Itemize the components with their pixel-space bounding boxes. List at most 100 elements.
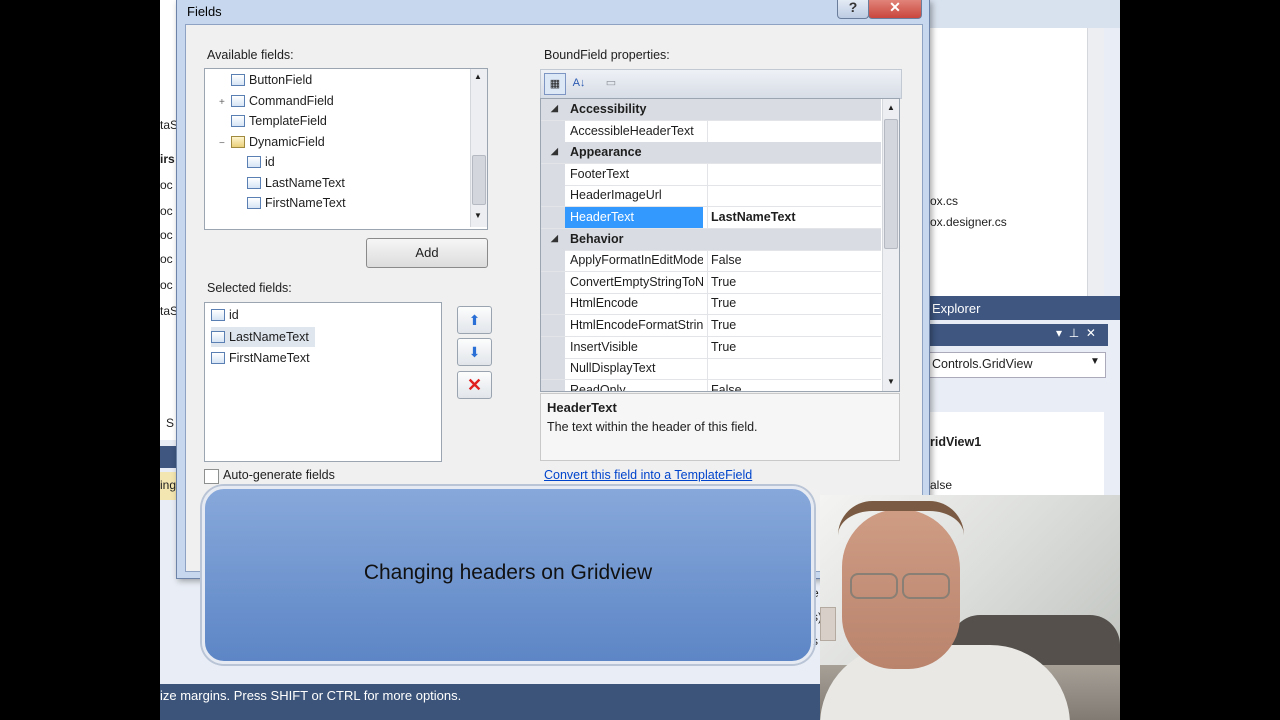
property-value[interactable]: True	[711, 275, 881, 289]
property-category-name: Appearance	[570, 145, 642, 160]
property-row[interactable]: HtmlEncodeFormatString True	[541, 315, 881, 337]
property-row[interactable]: FooterText	[541, 163, 881, 186]
field-icon	[211, 309, 225, 321]
ide-fragment: oc	[160, 178, 173, 192]
ide-right-header	[928, 0, 1120, 28]
chevron-down-icon[interactable]: ▼	[1090, 356, 1100, 367]
property-grid-scrollbar[interactable]: ▲ ▼	[882, 99, 899, 391]
available-field-item[interactable]: ButtonField	[219, 70, 312, 90]
solution-explorer-scrollbar[interactable]	[1087, 28, 1104, 296]
scroll-thumb[interactable]	[472, 155, 486, 205]
explorer-tab-title[interactable]: Explorer	[932, 301, 980, 316]
available-fields-label: Available fields:	[207, 48, 294, 62]
properties-label: BoundField properties:	[544, 48, 670, 62]
property-column-divider	[707, 293, 708, 315]
property-gutter	[541, 379, 565, 391]
property-name: HtmlEncode	[570, 296, 639, 311]
webcam-inset	[820, 495, 1120, 720]
property-pages-icon[interactable]: ▭	[601, 73, 621, 93]
control-selector-value: Controls.GridView	[932, 357, 1033, 371]
available-field-item[interactable]: + CommandField	[219, 91, 334, 111]
field-icon	[247, 197, 261, 209]
property-row[interactable]: HeaderImageUrl	[541, 185, 881, 208]
scroll-up-icon[interactable]: ▲	[474, 72, 482, 81]
sort-alphabetical-icon[interactable]: A↓	[569, 73, 589, 93]
selected-field-item[interactable]: FirstNameText	[211, 348, 310, 368]
property-row[interactable]: ConvertEmptyStringToNull True	[541, 271, 881, 294]
property-row[interactable]: AccessibleHeaderText	[541, 120, 881, 143]
property-value[interactable]: False	[711, 383, 881, 391]
collapse-triangle-icon[interactable]: ◢	[551, 103, 558, 114]
field-icon	[231, 115, 245, 127]
available-fields-tree[interactable]: ▲ ▼ ButtonField + CommandField TemplateFiel…	[204, 68, 488, 230]
selected-field-label: id	[229, 308, 239, 322]
solution-file-item[interactable]: ox.designer.cs	[930, 215, 1007, 229]
property-value[interactable]: LastNameText	[711, 210, 881, 224]
status-text: ize margins. Press SHIFT or CTRL for mor…	[160, 688, 462, 703]
scroll-up-icon[interactable]: ▲	[887, 103, 895, 112]
property-row[interactable]: NullDisplayText	[541, 358, 881, 381]
scroll-thumb[interactable]	[884, 119, 898, 249]
help-button[interactable]: ?	[837, 0, 869, 19]
scroll-down-icon[interactable]: ▼	[474, 211, 482, 220]
property-name: HtmlEncodeFormatString	[570, 318, 703, 332]
move-up-button[interactable]: ⬆	[457, 306, 492, 334]
property-category-row[interactable]: ◢ Appearance	[541, 142, 881, 165]
scroll-down-icon[interactable]: ▼	[887, 377, 895, 386]
arrow-down-icon: ⬇	[468, 344, 481, 360]
property-name: HeaderImageUrl	[570, 188, 662, 203]
property-value[interactable]: True	[711, 318, 881, 332]
property-row[interactable]: ReadOnly False	[541, 379, 881, 392]
property-name: ReadOnly	[570, 382, 626, 392]
available-field-item[interactable]: LastNameText	[235, 173, 345, 193]
gridview-title: ridView1	[930, 435, 982, 449]
collapse-triangle-icon[interactable]: ◢	[551, 233, 558, 244]
selected-fields-list[interactable]: id LastNameText FirstNameText	[204, 302, 442, 462]
property-value[interactable]: False	[711, 253, 881, 267]
delete-button[interactable]: ✕	[457, 371, 492, 399]
property-column-divider	[707, 358, 708, 380]
available-field-item[interactable]: TemplateField	[219, 111, 327, 131]
available-field-item[interactable]: − DynamicField	[219, 132, 325, 152]
available-field-item[interactable]: FirstNameText	[235, 193, 346, 213]
collapse-icon[interactable]: −	[219, 134, 231, 154]
add-button[interactable]: Add	[366, 238, 488, 268]
ide-fragment: oc	[160, 278, 173, 292]
selected-field-item[interactable]: id	[211, 305, 239, 325]
selected-field-label: FirstNameText	[229, 351, 310, 365]
property-category-name: Accessibility	[570, 102, 647, 116]
property-column-divider	[707, 250, 708, 272]
glasses-left	[850, 573, 898, 599]
property-row[interactable]: ApplyFormatInEditMode False	[541, 250, 881, 273]
ide-fragment: oc	[160, 204, 173, 218]
field-icon	[231, 135, 245, 148]
property-value[interactable]: True	[711, 340, 881, 354]
convert-to-templatefield-link[interactable]: Convert this field into a TemplateField	[544, 468, 752, 482]
ide-fragment: irs	[160, 152, 175, 166]
selected-field-item[interactable]: LastNameText	[211, 326, 315, 347]
collapse-triangle-icon[interactable]: ◢	[551, 146, 558, 157]
property-gutter	[541, 163, 565, 185]
expand-icon[interactable]: +	[219, 93, 231, 113]
property-row[interactable]: InsertVisible True	[541, 336, 881, 359]
property-row[interactable]: HtmlEncode True	[541, 293, 881, 316]
move-down-button[interactable]: ⬇	[457, 338, 492, 366]
categorized-icon[interactable]: ▦	[544, 73, 566, 95]
solution-file-item[interactable]: ox.cs	[930, 194, 958, 208]
field-icon	[231, 74, 245, 86]
tree-scrollbar[interactable]: ▲ ▼	[470, 69, 487, 227]
property-name: ConvertEmptyStringToNull	[570, 274, 703, 289]
arrow-up-icon: ⬆	[468, 312, 481, 328]
auto-generate-checkbox[interactable]	[204, 469, 219, 484]
wall-object	[820, 607, 836, 641]
property-value[interactable]: True	[711, 296, 881, 310]
available-field-item[interactable]: id	[235, 152, 275, 172]
dropdown-pin-close-icons[interactable]: ▾ ⊥ ✕	[1056, 326, 1096, 340]
property-grid[interactable]: ◢ Accessibility AccessibleHeaderText ◢ Appea…	[540, 98, 900, 392]
property-category-row[interactable]: ◢ Accessibility	[541, 99, 881, 121]
close-button[interactable]: ✕	[868, 0, 922, 19]
property-column-divider	[707, 163, 708, 185]
description-title: HeaderText	[547, 400, 617, 415]
property-category-row[interactable]: ◢ Behavior	[541, 228, 881, 251]
property-row[interactable]: HeaderText LastNameText	[541, 207, 881, 229]
